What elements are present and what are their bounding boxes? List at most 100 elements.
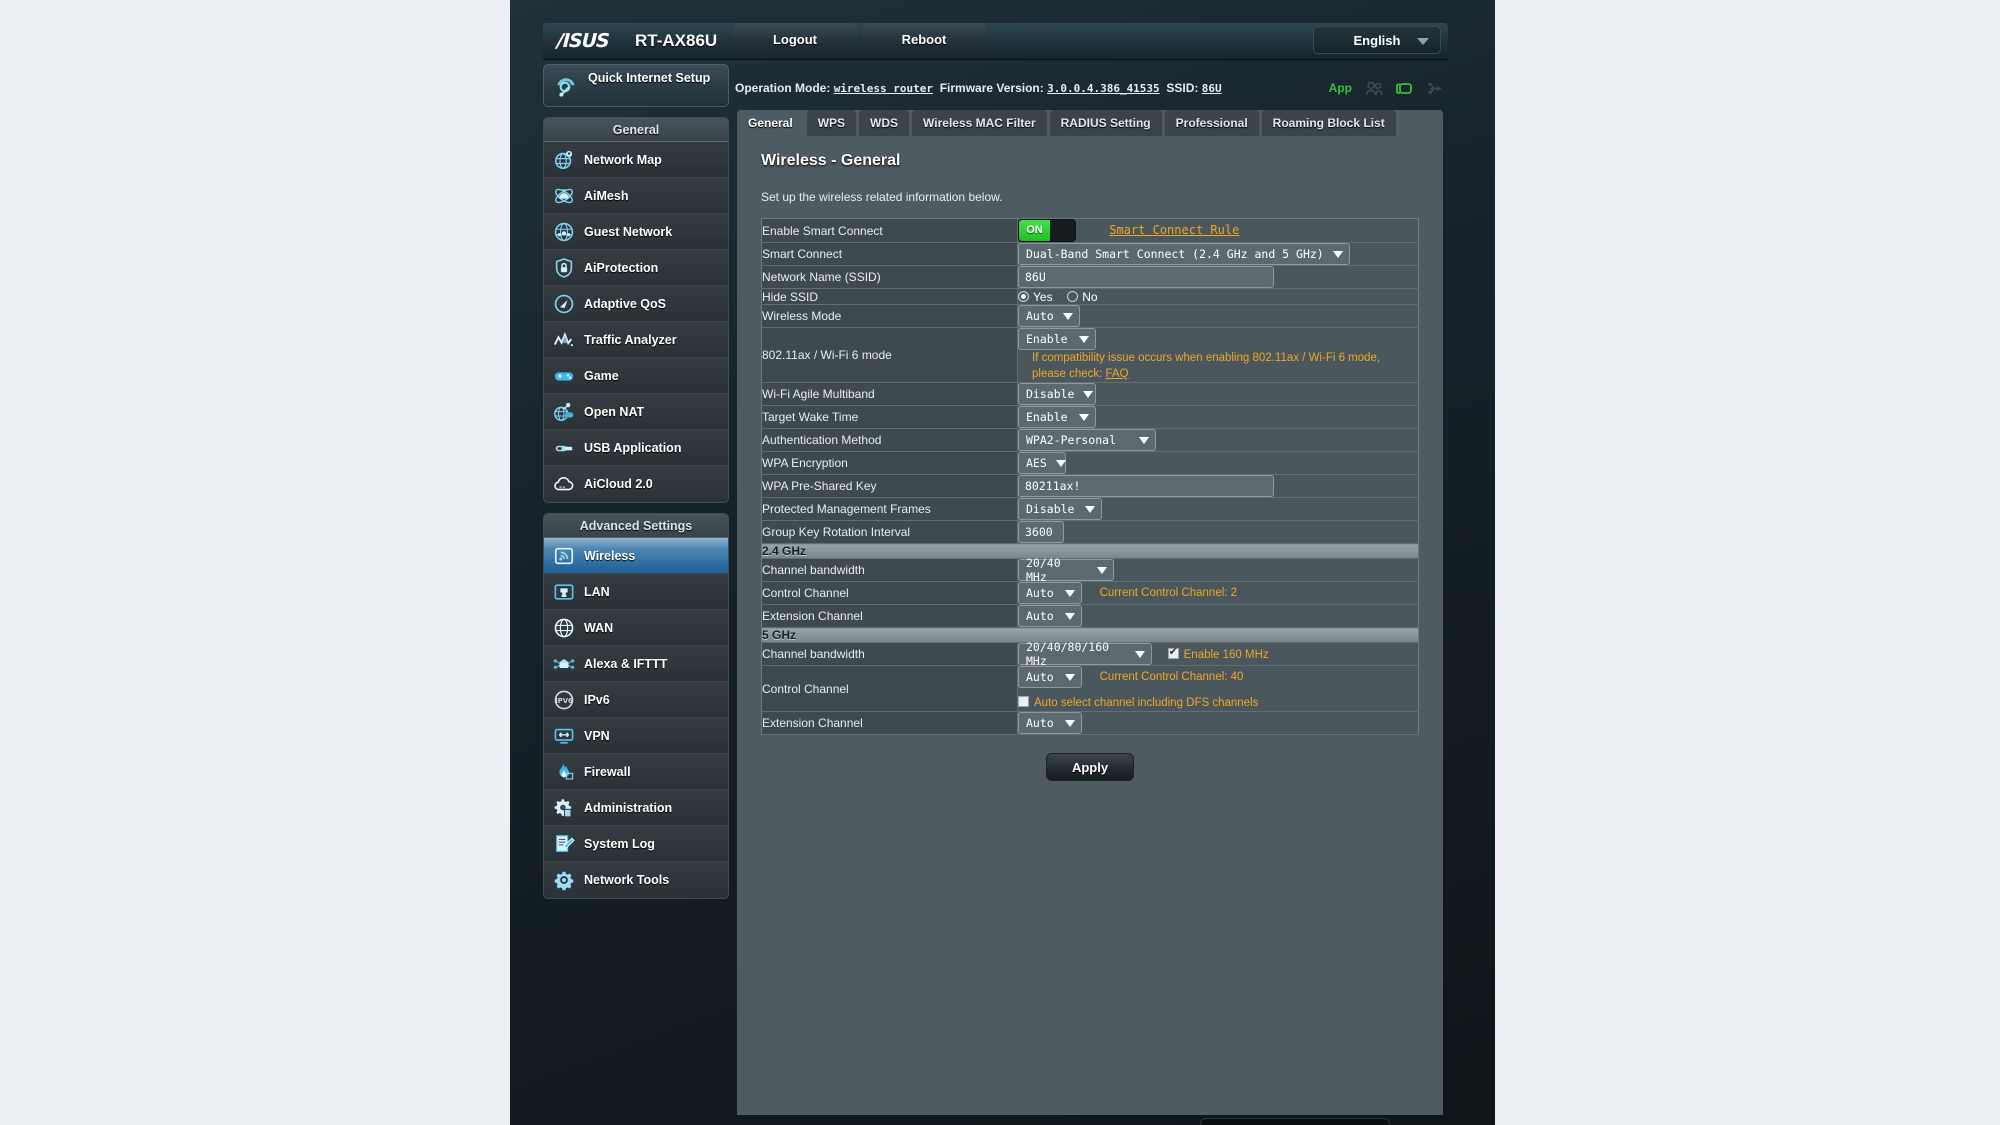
value-24-bandwidth: 20/40 MHz bbox=[1017, 556, 1419, 584]
wireless-mode-select[interactable]: Auto bbox=[1018, 305, 1080, 327]
sidebar-item-usb-application[interactable]: USB Application bbox=[544, 430, 728, 466]
dfs-channels-checkbox[interactable] bbox=[1018, 696, 1029, 707]
app-link[interactable]: App bbox=[1329, 74, 1352, 102]
chevron-down-icon bbox=[1079, 335, 1089, 343]
firmware-version-label: Firmware Version: bbox=[939, 81, 1044, 95]
clients-users-icon[interactable] bbox=[1365, 81, 1383, 96]
sidebar-item-vpn[interactable]: VPN bbox=[544, 718, 728, 754]
band24-extension-select[interactable]: Auto bbox=[1018, 605, 1082, 627]
wpa-psk-input[interactable]: 80211ax! bbox=[1018, 475, 1274, 497]
sidebar-item-label: IPv6 bbox=[584, 693, 610, 707]
agile-multiband-select[interactable]: Disable bbox=[1018, 383, 1096, 405]
logout-button[interactable]: Logout bbox=[733, 23, 857, 56]
router-admin-page: /ISUS RT-AX86U Logout Reboot English Ope… bbox=[0, 0, 2000, 1125]
hide-ssid-yes-label[interactable]: Yes bbox=[1033, 290, 1053, 304]
section-header-24ghz: 2.4 GHz bbox=[761, 543, 1419, 559]
enable-160mhz-checkbox[interactable] bbox=[1167, 645, 1179, 659]
sidebar-item-wireless[interactable]: Wireless bbox=[544, 538, 728, 574]
sidebar-item-aicloud-2-0[interactable]: AiCloud 2.0 bbox=[544, 466, 728, 502]
chevron-down-icon bbox=[1062, 312, 1073, 320]
sidebar-item-adaptive-qos[interactable]: Adaptive QoS bbox=[544, 286, 728, 322]
usb-icon[interactable] bbox=[1425, 82, 1442, 95]
band5-control-select[interactable]: Auto bbox=[1018, 666, 1082, 688]
band24-bandwidth-select[interactable]: 20/40 MHz bbox=[1018, 556, 1114, 584]
sidebar-item-lan[interactable]: LAN bbox=[544, 574, 728, 610]
pmf-select[interactable]: Disable bbox=[1018, 498, 1102, 520]
sidebar-item-network-map[interactable]: Network Map bbox=[544, 142, 728, 178]
sidebar-group-general: General Network Map AiMesh Guest Network Ai… bbox=[543, 117, 729, 503]
band24-control-value: Auto bbox=[1026, 586, 1054, 600]
firmware-version-value[interactable]: 3.0.0.4.386_41535 bbox=[1047, 82, 1160, 95]
label-ssid: Network Name (SSID) bbox=[761, 265, 1018, 289]
value-auth-method: WPA2-Personal bbox=[1017, 428, 1419, 452]
ipv6-icon: IPV6 bbox=[553, 689, 575, 711]
tab-radius-setting[interactable]: RADIUS Setting bbox=[1049, 110, 1162, 136]
chevron-down-icon bbox=[1065, 612, 1075, 620]
label-agile-multiband: Wi-Fi Agile Multiband bbox=[761, 382, 1018, 406]
sidebar-item-alexa-ifttt[interactable]: Alexa & IFTTT bbox=[544, 646, 728, 682]
reboot-button[interactable]: Reboot bbox=[862, 23, 986, 56]
value-5-bandwidth: 20/40/80/160 MHz Enable 160 MHz bbox=[1017, 640, 1419, 668]
globe-icon bbox=[553, 617, 575, 639]
value-smart-connect: Dual-Band Smart Connect (2.4 GHz and 5 G… bbox=[1017, 242, 1419, 266]
band5-bandwidth-select[interactable]: 20/40/80/160 MHz bbox=[1018, 640, 1152, 668]
band5-extension-select[interactable]: Auto bbox=[1018, 712, 1082, 734]
ax-mode-select[interactable]: Enable bbox=[1018, 328, 1096, 350]
row-5-bandwidth: Channel bandwidth 20/40/80/160 MHz Enabl… bbox=[761, 640, 1419, 668]
hide-ssid-radio-no[interactable] bbox=[1067, 291, 1079, 302]
language-selector[interactable]: English bbox=[1313, 26, 1441, 54]
operation-mode-value[interactable]: wireless router bbox=[834, 82, 933, 95]
wpa-encryption-select[interactable]: AES bbox=[1018, 452, 1066, 474]
band24-control-select[interactable]: Auto bbox=[1018, 582, 1082, 604]
svg-text:IPV6: IPV6 bbox=[555, 697, 573, 705]
sidebar-item-ipv6[interactable]: IPV6 IPv6 bbox=[544, 682, 728, 718]
apply-button[interactable]: Apply bbox=[1046, 753, 1134, 781]
sidebar-item-network-tools[interactable]: Network Tools bbox=[544, 862, 728, 898]
tab-wds[interactable]: WDS bbox=[859, 110, 910, 136]
hide-ssid-radio-yes[interactable] bbox=[1018, 291, 1029, 302]
group-key-input[interactable]: 3600 bbox=[1018, 521, 1064, 543]
log-pencil-icon bbox=[553, 833, 575, 855]
sidebar-item-label: LAN bbox=[584, 585, 610, 599]
chevron-down-icon bbox=[1079, 413, 1089, 421]
tab-professional[interactable]: Professional bbox=[1164, 110, 1259, 136]
auth-method-select[interactable]: WPA2-Personal bbox=[1018, 429, 1156, 451]
sidebar-item-system-log[interactable]: System Log bbox=[544, 826, 728, 862]
tab-roaming-block-list[interactable]: Roaming Block List bbox=[1261, 110, 1396, 136]
value-5-extension: Auto bbox=[1017, 711, 1419, 735]
smart-connect-rule-link[interactable]: Smart Connect Rule bbox=[1109, 223, 1239, 237]
aimesh-network-icon[interactable] bbox=[1396, 81, 1412, 96]
sidebar-item-guest-network[interactable]: Guest Network bbox=[544, 214, 728, 250]
hide-ssid-no-label[interactable]: No bbox=[1082, 290, 1097, 304]
target-wake-time-select[interactable]: Enable bbox=[1018, 406, 1096, 428]
sidebar-item-aimesh[interactable]: AiMesh bbox=[544, 178, 728, 214]
quick-internet-setup-button[interactable]: Quick Internet Setup bbox=[543, 64, 729, 107]
ax-mode-faq-link[interactable]: FAQ bbox=[1106, 368, 1129, 380]
dfs-channels-label[interactable]: Auto select channel including DFS channe… bbox=[1034, 697, 1258, 709]
sidebar-item-label: Game bbox=[584, 369, 619, 383]
sidebar-item-open-nat[interactable]: Open NAT bbox=[544, 394, 728, 430]
ssid-value[interactable]: 86U bbox=[1202, 82, 1222, 95]
sidebar-item-traffic-analyzer[interactable]: Traffic Analyzer bbox=[544, 322, 728, 358]
alexa-ifttt-icon bbox=[553, 653, 575, 675]
enable-160mhz-label[interactable]: Enable 160 MHz bbox=[1184, 649, 1269, 661]
smart-connect-select[interactable]: Dual-Band Smart Connect (2.4 GHz and 5 G… bbox=[1018, 243, 1350, 265]
sidebar-group-advanced-header: Advanced Settings bbox=[544, 514, 728, 538]
smart-connect-toggle[interactable]: ON bbox=[1018, 219, 1076, 242]
sidebar-item-label: Guest Network bbox=[584, 225, 673, 239]
tab-wireless-mac-filter[interactable]: Wireless MAC Filter bbox=[912, 110, 1047, 136]
sidebar-item-wan[interactable]: WAN bbox=[544, 610, 728, 646]
sidebar-item-firewall[interactable]: Firewall bbox=[544, 754, 728, 790]
band5-bandwidth-value: 20/40/80/160 MHz bbox=[1026, 640, 1110, 668]
label-5-extension: Extension Channel bbox=[761, 711, 1018, 735]
ssid-input[interactable]: 86U bbox=[1018, 266, 1274, 288]
sidebar-item-game[interactable]: Game bbox=[544, 358, 728, 394]
chevron-down-icon bbox=[1097, 566, 1107, 574]
sidebar-item-label: Traffic Analyzer bbox=[584, 333, 677, 347]
sidebar-item-aiprotection[interactable]: AiProtection bbox=[544, 250, 728, 286]
row-pmf: Protected Management Frames Disable bbox=[761, 497, 1419, 521]
tab-wps[interactable]: WPS bbox=[806, 110, 857, 136]
sidebar-item-administration[interactable]: Administration bbox=[544, 790, 728, 826]
tab-general[interactable]: General bbox=[737, 110, 804, 136]
sidebar-item-label: WAN bbox=[584, 621, 614, 635]
